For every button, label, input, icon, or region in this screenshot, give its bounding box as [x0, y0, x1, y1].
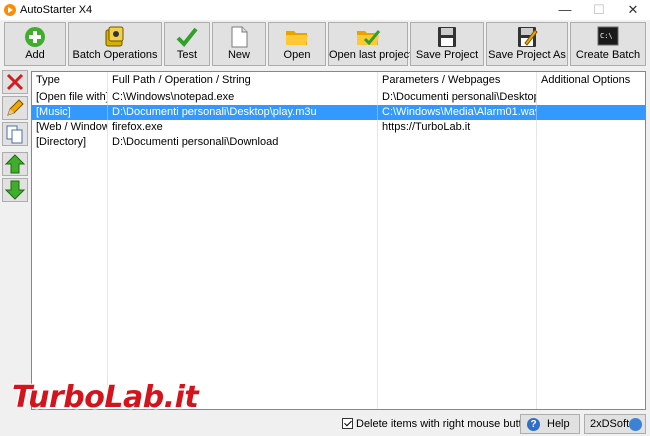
create-batch-button[interactable]: C:\ Create Batch: [570, 22, 646, 66]
column-header-parameters[interactable]: Parameters / Webpages: [378, 72, 537, 89]
batch-icon: [105, 26, 124, 47]
add-button[interactable]: Add: [4, 22, 66, 66]
close-button[interactable]: ✕: [616, 0, 650, 20]
window-title: AutoStarter X4: [20, 4, 93, 16]
delete-right-click-checkbox[interactable]: [342, 418, 353, 429]
cell-parameters: D:\Documenti personali\Desktop\i...: [378, 90, 537, 105]
open-last-project-button[interactable]: Open last project: [328, 22, 413, 66]
column-header-options[interactable]: Additional Options: [537, 72, 645, 89]
create-batch-label: Create Batch: [575, 49, 641, 61]
status-bar: Delete items with right mouse button? ? …: [0, 412, 650, 436]
batch-operations-label: Batch Operations: [72, 49, 158, 61]
cell-path: D:\Documenti personali\Download: [108, 135, 378, 150]
cell-type: [Web / Window]: [32, 120, 108, 135]
new-button[interactable]: New: [212, 22, 266, 66]
save-project-as-label: Save Project As: [488, 49, 566, 61]
new-document-icon: [231, 26, 248, 48]
move-up-button[interactable]: [2, 152, 28, 176]
delete-icon: [6, 73, 24, 91]
open-last-project-label: Open last project: [329, 49, 413, 61]
copy-icon: [6, 125, 23, 144]
cell-type: [Music]: [32, 105, 108, 120]
new-label: New: [227, 49, 250, 61]
cell-parameters: https://TurboLab.it: [378, 120, 537, 135]
title-bar: AutoStarter X4 — ☐ ✕: [0, 0, 650, 20]
cell-type: [Open file with]: [32, 90, 108, 105]
column-header-path[interactable]: Full Path / Operation / String: [108, 72, 378, 89]
terminal-icon: C:\: [597, 26, 619, 46]
table-row[interactable]: [Open file with] C:\Windows\notepad.exe …: [32, 90, 645, 105]
table-row[interactable]: [Web / Window] firefox.exe https://Turbo…: [32, 120, 645, 135]
turbolab-watermark: TurboLab.it: [12, 380, 199, 415]
maximize-button[interactable]: ☐: [582, 0, 616, 20]
app-play-icon: [4, 4, 16, 16]
move-down-button[interactable]: [2, 178, 28, 202]
save-project-label: Save Project: [415, 49, 479, 61]
column-header-type[interactable]: Type: [32, 72, 108, 89]
svg-text:C:\: C:\: [600, 32, 613, 40]
help-icon: ?: [527, 418, 540, 431]
cell-type: [Directory]: [32, 135, 108, 150]
minimize-button[interactable]: —: [548, 0, 582, 20]
folder-check-icon: [357, 30, 380, 46]
vendor-label: 2xDSoft: [590, 418, 630, 430]
toolbar: Add Batch Operations Test New Open Open …: [0, 20, 650, 68]
edit-icon: [7, 99, 24, 116]
move-down-icon: [4, 180, 26, 200]
check-icon: [176, 27, 198, 47]
edit-button[interactable]: [2, 96, 28, 120]
test-label: Test: [176, 49, 198, 61]
move-up-icon: [4, 154, 26, 174]
cell-parameters: [378, 135, 537, 150]
cell-options: [537, 135, 645, 150]
batch-operations-button[interactable]: Batch Operations: [68, 22, 162, 66]
delete-button[interactable]: [2, 70, 28, 94]
save-project-button[interactable]: Save Project: [410, 22, 484, 66]
table-row-selected[interactable]: [Music] D:\Documenti personali\Desktop\p…: [32, 105, 645, 120]
save-project-as-button[interactable]: Save Project As: [486, 22, 568, 66]
cell-path: C:\Windows\notepad.exe: [108, 90, 378, 105]
add-label: Add: [25, 49, 45, 61]
folder-icon: [286, 31, 308, 45]
add-icon: [25, 27, 45, 47]
floppy-icon: [438, 27, 456, 47]
cell-path: firefox.exe: [108, 120, 378, 135]
help-label: Help: [547, 418, 570, 430]
cell-parameters: C:\Windows\Media\Alarm01.wav|...: [378, 105, 537, 120]
entries-table[interactable]: Type Full Path / Operation / String Para…: [31, 71, 646, 410]
floppy-edit-icon: [518, 27, 538, 47]
open-button[interactable]: Open: [268, 22, 326, 66]
copy-button[interactable]: [2, 122, 28, 146]
cell-options: [537, 105, 645, 120]
delete-right-click-label[interactable]: Delete items with right mouse button?: [356, 418, 540, 430]
cell-options: [537, 90, 645, 105]
help-button[interactable]: ? Help: [520, 414, 580, 434]
table-header: Type Full Path / Operation / String Para…: [32, 72, 645, 89]
globe-icon: [629, 418, 642, 431]
open-label: Open: [283, 49, 311, 61]
vendor-button[interactable]: 2xDSoft: [584, 414, 646, 434]
cell-options: [537, 120, 645, 135]
cell-path: D:\Documenti personali\Desktop\play.m3u: [108, 105, 378, 120]
table-row[interactable]: [Directory] D:\Documenti personali\Downl…: [32, 135, 645, 150]
test-button[interactable]: Test: [164, 22, 210, 66]
